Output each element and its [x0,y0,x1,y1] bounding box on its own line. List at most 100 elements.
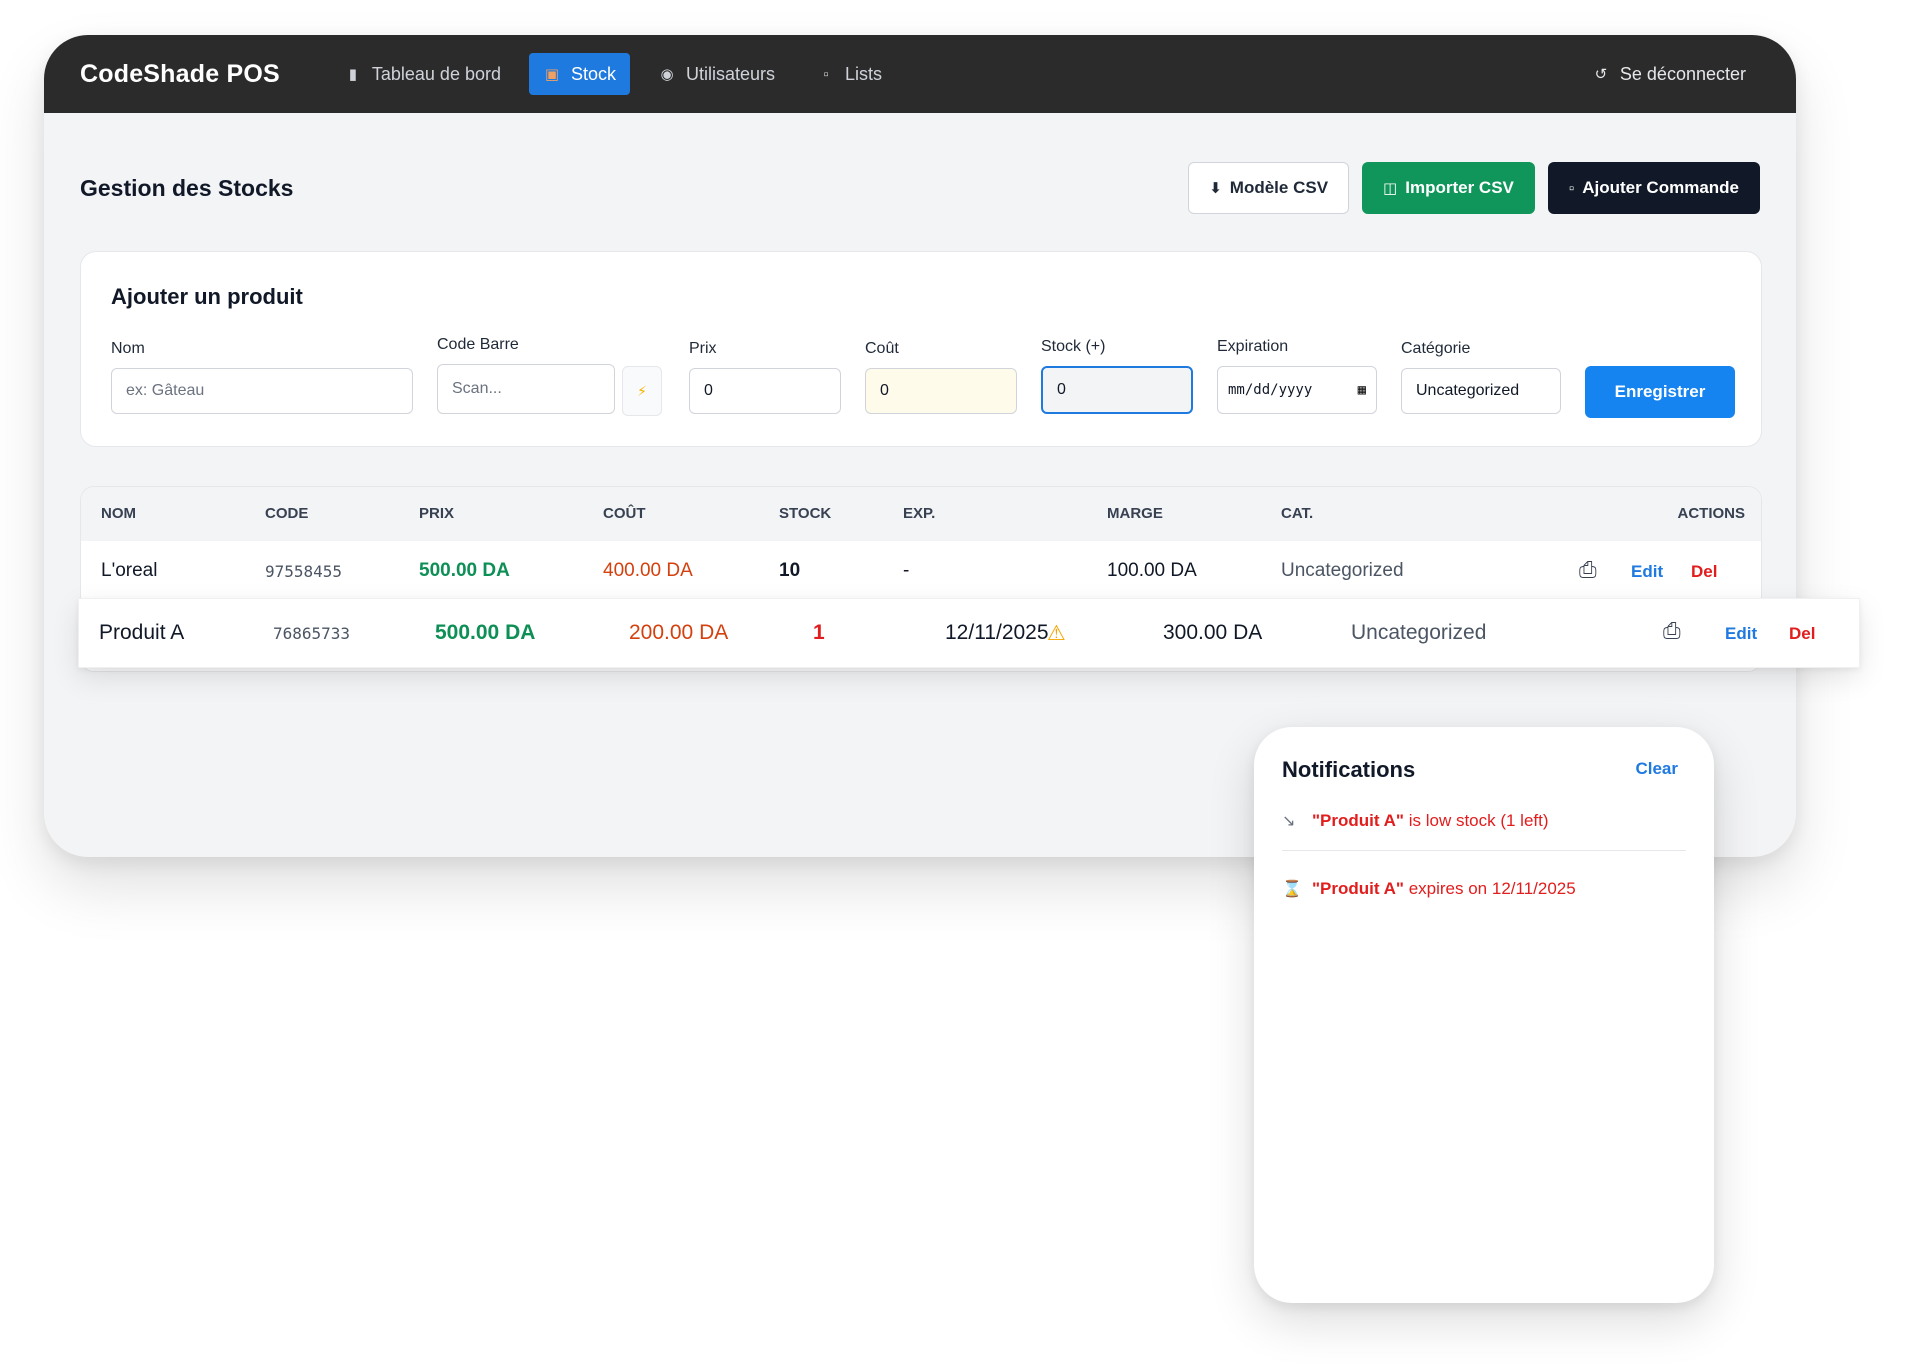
code-barre-input[interactable]: Scan... [437,364,615,414]
table-header: Nom Code Prix Coût Stock Exp. Marge Cat.… [81,487,1761,541]
stock-label: Stock (+) [1041,338,1106,355]
document-icon: ▫ [823,65,829,83]
warning-icon: ⚠ [1047,622,1066,645]
page-title: Gestion des Stocks [80,174,294,201]
csv-template-button[interactable]: ⬇ Modèle CSV [1188,162,1350,214]
divider [1282,850,1686,851]
categorie-select[interactable]: Uncategorized [1401,368,1561,414]
cell-exp: - [903,560,910,581]
nav-item-utilisateurs[interactable]: ◉ Utilisateurs [644,53,789,95]
code-barre-field-group: Code Barre Scan... [437,336,615,414]
notification-item[interactable]: ⌛ "Produit A" expires on 12/11/2025 [1282,879,1686,899]
add-order-button[interactable]: ▫ Ajouter Commande [1547,162,1760,214]
nav-label: Tableau de bord [371,63,501,84]
header-actions: Actions [1677,505,1746,522]
cell-code: 97558455 [265,562,343,581]
notification-product: "Produit A" [1312,811,1404,830]
brand-logo: CodeShade POS [80,59,280,88]
page-header: Gestion des Stocks ⬇ Modèle CSV ◫ Import… [80,161,1760,215]
folder-icon: ◫ [1383,180,1398,197]
scan-button[interactable]: ⚡ [622,366,662,416]
csv-template-label: Modèle CSV [1229,178,1329,197]
header-code: Code [265,505,309,522]
nom-label: Nom [111,340,145,357]
nav-item-lists[interactable]: ▫ Lists [803,53,896,95]
delete-button[interactable]: Del [1789,624,1815,644]
cell-code: 76865733 [273,624,351,643]
document-icon: ▫ [1568,179,1575,197]
users-icon: ◉ [660,66,674,83]
box-icon: ▣ [544,66,560,83]
notification-product: "Produit A" [1312,879,1404,898]
header-prix: Prix [419,505,455,522]
nav-label: Utilisateurs [686,63,776,84]
prix-field-group: Prix 0 [689,340,841,414]
notification-message: expires on 12/11/2025 [1403,879,1576,898]
save-button[interactable]: Enregistrer [1585,366,1735,418]
chart-down-icon: ↘ [1282,813,1296,830]
nav-label: Stock [570,63,617,84]
notification-item[interactable]: ↘ "Produit A" is low stock (1 left) [1282,811,1686,831]
import-csv-label: Importer CSV [1405,178,1514,197]
cell-cout: 200.00 DA [629,621,729,644]
nav-item-stock[interactable]: ▣ Stock [528,53,631,95]
prix-input[interactable]: 0 [689,368,841,414]
calendar-icon[interactable]: ▦ [1358,382,1366,398]
cell-stock: 1 [813,621,825,644]
notification-text: "Produit A" is low stock (1 left) [1312,811,1549,831]
cell-stock: 10 [779,560,801,581]
delete-button[interactable]: Del [1691,562,1717,582]
navbar: CodeShade POS ▮ Tableau de bord ▣ Stock … [44,35,1796,113]
clear-notifications-button[interactable]: Clear [1635,759,1678,779]
cout-field-group: Coût 0 [865,340,1017,414]
expiration-label: Expiration [1217,338,1289,355]
lightning-icon: ⚡ [637,382,647,399]
categorie-label: Catégorie [1401,340,1471,357]
cell-exp: 12/11/2025 [945,621,1049,644]
header-cout: Coût [603,505,646,522]
logout-label: Se déconnecter [1619,63,1746,84]
edit-button[interactable]: Edit [1631,562,1663,582]
code-barre-label: Code Barre [437,336,519,353]
download-icon: ⬇ [1209,180,1222,197]
cell-cout: 400.00 DA [603,560,693,581]
import-csv-button[interactable]: ◫ Importer CSV [1362,162,1535,214]
header-exp: Exp. [903,505,936,522]
printer-icon[interactable]: ⎙ [1663,618,1681,644]
logout-icon: ↺ [1594,66,1608,83]
cell-marge: 100.00 DA [1107,560,1197,581]
expiration-value: mm/dd/yyyy [1228,382,1313,398]
cout-input[interactable]: 0 [865,368,1017,414]
cell-nom: Produit A [99,621,185,644]
nom-input[interactable]: ex: Gâteau [111,368,413,414]
cell-cat: Uncategorized [1351,621,1487,644]
cout-label: Coût [865,340,899,357]
notification-text: "Produit A" expires on 12/11/2025 [1312,879,1576,899]
stock-input[interactable]: 0 [1041,366,1193,414]
header-nom: Nom [101,505,136,522]
nav-item-tableau-de-bord[interactable]: ▮ Tableau de bord [330,53,515,95]
edit-button[interactable]: Edit [1725,624,1757,644]
table-row-highlighted: Produit A 76865733 500.00 DA 200.00 DA 1… [78,598,1860,668]
notifications-panel: Notifications Clear ↘ "Produit A" is low… [1254,727,1714,1303]
card-title: Ajouter un produit [111,284,303,309]
printer-icon[interactable]: ⎙ [1579,557,1597,583]
expiration-field-group: Expiration mm/dd/yyyy ▦ [1217,338,1377,414]
header-marge: Marge [1107,505,1163,522]
table-row: L'oreal 97558455 500.00 DA 400.00 DA 10 … [81,541,1761,601]
cell-prix: 500.00 DA [419,560,510,581]
header-actions: ⬇ Modèle CSV ◫ Importer CSV ▫ Ajouter Co… [1188,162,1760,214]
header-stock: Stock [779,505,832,522]
hourglass-icon: ⌛ [1282,881,1302,898]
categorie-field-group: Catégorie Uncategorized [1401,340,1561,414]
stock-field-group: Stock (+) 0 [1041,338,1193,414]
add-order-label: Ajouter Commande [1582,178,1739,197]
notifications-title: Notifications [1282,757,1416,782]
expiration-input[interactable]: mm/dd/yyyy ▦ [1217,366,1377,414]
header-cat: Cat. [1281,505,1314,522]
nom-field-group: Nom ex: Gâteau [111,340,413,414]
notification-message: is low stock (1 left) [1403,811,1549,830]
logout-button[interactable]: ↺ Se déconnecter [1578,53,1760,95]
cell-cat: Uncategorized [1281,560,1404,581]
add-product-card: Ajouter un produit Nom ex: Gâteau Code B… [80,251,1762,447]
